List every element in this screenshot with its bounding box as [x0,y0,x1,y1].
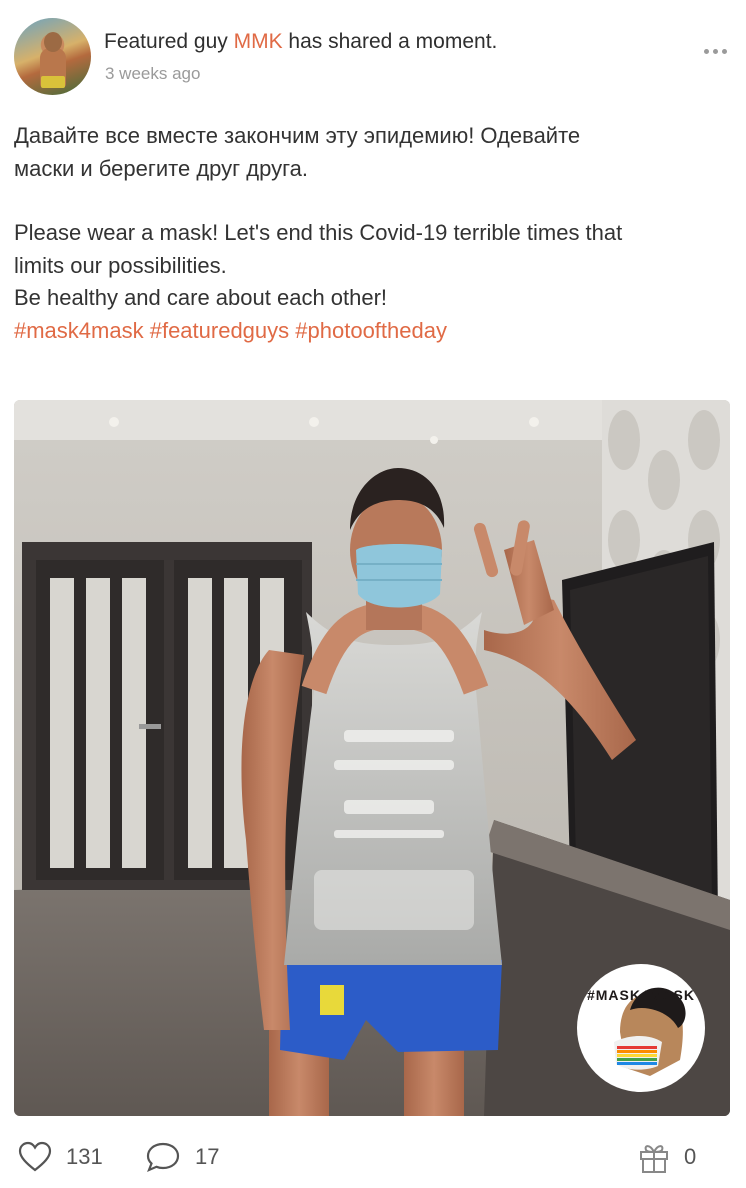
post-text-en-line1: Please wear a mask! Let's end this Covid… [14,220,623,245]
photo-illustration: #MASK4MASK [14,400,730,1116]
heart-icon [18,1141,52,1172]
avatar-figure-shorts [41,76,65,88]
post-text-ru-line2: маски и берегите друг друга. [14,155,309,181]
gift-count: 0 [684,1144,697,1169]
like-button[interactable]: 131 [18,1137,103,1177]
author-avatar[interactable] [14,18,91,95]
more-options-icon[interactable] [700,44,730,58]
hashtags: #mask4mask #featuredguys #photooftheday [14,315,732,348]
comment-count: 17 [195,1144,220,1169]
post-body: Давайте все вместе закончим эту эпидемию… [14,120,732,347]
comment-button[interactable]: 17 [145,1137,219,1177]
post-text-en-line3: Be healthy and care about each other! [14,285,388,310]
post-header: Featured guy MMK has shared a moment. 3 … [14,18,732,98]
post-headline: Featured guy MMK has shared a moment. [104,30,497,54]
action-text: has shared a moment. [282,30,498,53]
avatar-figure-head [44,32,62,52]
post-photo[interactable]: #MASK4MASK [14,400,730,1116]
post-timestamp[interactable]: 3 weeks ago [105,64,200,84]
hashtag-link[interactable]: #featuredguys [150,318,289,343]
gift-button[interactable]: 0 [638,1137,696,1177]
comment-bubble-icon [146,1142,180,1173]
hashtag-link[interactable]: #photooftheday [295,318,447,343]
post-text-ru-line1: Давайте все вместе закончим эту эпидемию… [14,123,581,148]
hashtag-link[interactable]: #mask4mask [14,318,144,343]
gift-icon [640,1145,668,1173]
author-name-link[interactable]: MMK [234,30,283,53]
mask4mask-badge-text: #MASK4MASK [587,987,695,1003]
post-text-en-line2: limits our possibilities. [14,252,227,278]
like-count: 131 [66,1144,103,1169]
post-actions: 131 17 0 [18,1137,718,1181]
author-prefix: Featured guy [104,30,234,53]
